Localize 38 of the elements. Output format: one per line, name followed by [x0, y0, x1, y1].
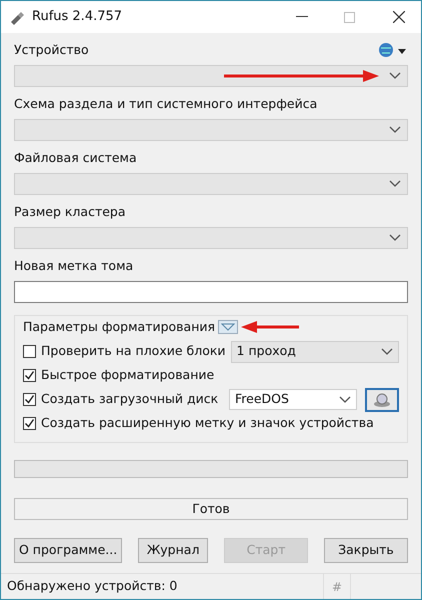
- checkbox[interactable]: [23, 345, 36, 358]
- dropdown[interactable]: 1 проход: [230, 340, 399, 362]
- dropdown[interactable]: FreeDOS: [229, 389, 357, 410]
- field-label: Устройство: [14, 41, 89, 60]
- disk-image-button[interactable]: [365, 388, 399, 412]
- chevron-down-icon: [389, 234, 401, 242]
- dialog-button[interactable]: Журнал: [138, 538, 208, 563]
- dropdown[interactable]: [14, 65, 408, 87]
- group-title: Параметры форматирования: [23, 318, 216, 336]
- checkbox-label: Создать расширенную метку и значок устройства: [41, 414, 374, 432]
- checkbox-label: Проверить на плохие блоки: [41, 342, 226, 360]
- window-title: Rufus 2.4.757: [32, 8, 122, 26]
- checkbox[interactable]: [23, 393, 36, 406]
- field-label: Файловая система: [14, 149, 137, 168]
- chevron-down-icon: [389, 72, 401, 80]
- field-label: Размер кластера: [14, 203, 126, 222]
- expand-toggle[interactable]: [218, 320, 238, 334]
- field-label: Схема раздела и тип системного интерфейса: [14, 95, 318, 114]
- checkbox[interactable]: [23, 417, 36, 430]
- chevron-down-icon: [389, 126, 401, 134]
- language-globe-icon[interactable]: [378, 42, 408, 60]
- checkbox[interactable]: [23, 369, 36, 382]
- minimize-icon[interactable]: [296, 16, 308, 18]
- close-icon[interactable]: [393, 11, 405, 23]
- disk-icon: [373, 392, 391, 408]
- chevron-down-icon: [339, 396, 351, 404]
- chevron-down-icon: [389, 180, 401, 188]
- chevron-down-icon: [381, 348, 393, 356]
- dialog-button[interactable]: О программе...: [14, 538, 122, 563]
- input-field[interactable]: [14, 281, 408, 303]
- field-label: Новая метка тома: [14, 257, 134, 276]
- checkbox-label: Быстрое форматирование: [41, 366, 214, 384]
- status-text: Обнаружено устройств: 0: [6, 577, 178, 596]
- status-field: Готов: [14, 498, 408, 520]
- checkbox-label: Создать загрузочный диск: [41, 390, 218, 408]
- annotation-arrow: [241, 321, 300, 333]
- status-hash: #: [323, 574, 351, 599]
- dialog-button[interactable]: Закрыть: [324, 538, 408, 563]
